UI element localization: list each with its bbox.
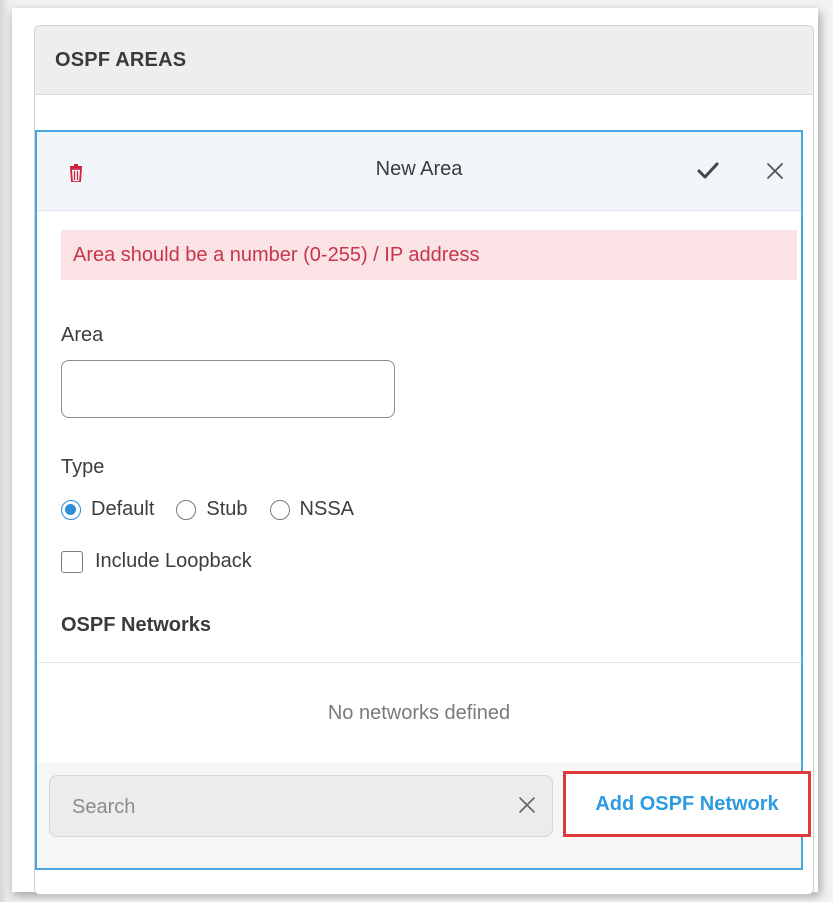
radio-stub-label: Stub: [206, 498, 248, 520]
empty-networks-message: No networks defined: [327, 701, 511, 724]
panel-header: OSPF AREAS: [35, 26, 813, 95]
search-box: [49, 775, 553, 838]
radio-nssa-indicator[interactable]: [269, 499, 290, 520]
area-card-title: New Area: [375, 158, 463, 180]
radio-stub[interactable]: Stub: [176, 498, 248, 521]
radio-nssa-label: NSSA: [299, 498, 354, 520]
include-loopback-option[interactable]: Include Loopback: [61, 550, 252, 573]
ospf-areas-section: OSPF AREAS New Area Area should be a num…: [34, 25, 814, 895]
add-ospf-network-button[interactable]: Add OSPF Network: [563, 771, 811, 837]
ospf-networks-list: No networks defined: [37, 662, 801, 764]
ospf-areas-panel: OSPF AREAS New Area Area should be a num…: [12, 8, 818, 895]
area-input[interactable]: [61, 360, 395, 418]
radio-default-indicator[interactable]: [61, 499, 81, 520]
type-label: Type: [61, 456, 105, 478]
clear-search-icon[interactable]: [518, 796, 536, 814]
validation-error: Area should be a number (0-255) / IP add…: [61, 230, 797, 280]
include-loopback-label: Include Loopback: [95, 550, 252, 572]
add-ospf-network-label: Add OSPF Network: [595, 792, 779, 815]
radio-nssa[interactable]: NSSA: [269, 498, 354, 521]
area-editor-card: New Area Area should be a number (0-255)…: [35, 130, 811, 870]
radio-stub-indicator[interactable]: [176, 499, 197, 520]
radio-default-label: Default: [91, 498, 155, 520]
area-label: Area: [61, 324, 104, 346]
include-loopback-checkbox[interactable]: [61, 550, 83, 573]
close-icon[interactable]: [765, 161, 785, 181]
ospf-networks-title: OSPF Networks: [61, 614, 212, 636]
type-radio-group: Default Stub NSSA: [61, 498, 376, 521]
panel-title: OSPF AREAS: [55, 48, 187, 71]
search-input[interactable]: [50, 776, 514, 838]
check-icon[interactable]: [697, 162, 719, 180]
networks-toolbar: Add OSPF Network: [37, 763, 811, 868]
radio-default[interactable]: Default: [61, 498, 154, 521]
area-card-header: New Area: [37, 132, 801, 211]
